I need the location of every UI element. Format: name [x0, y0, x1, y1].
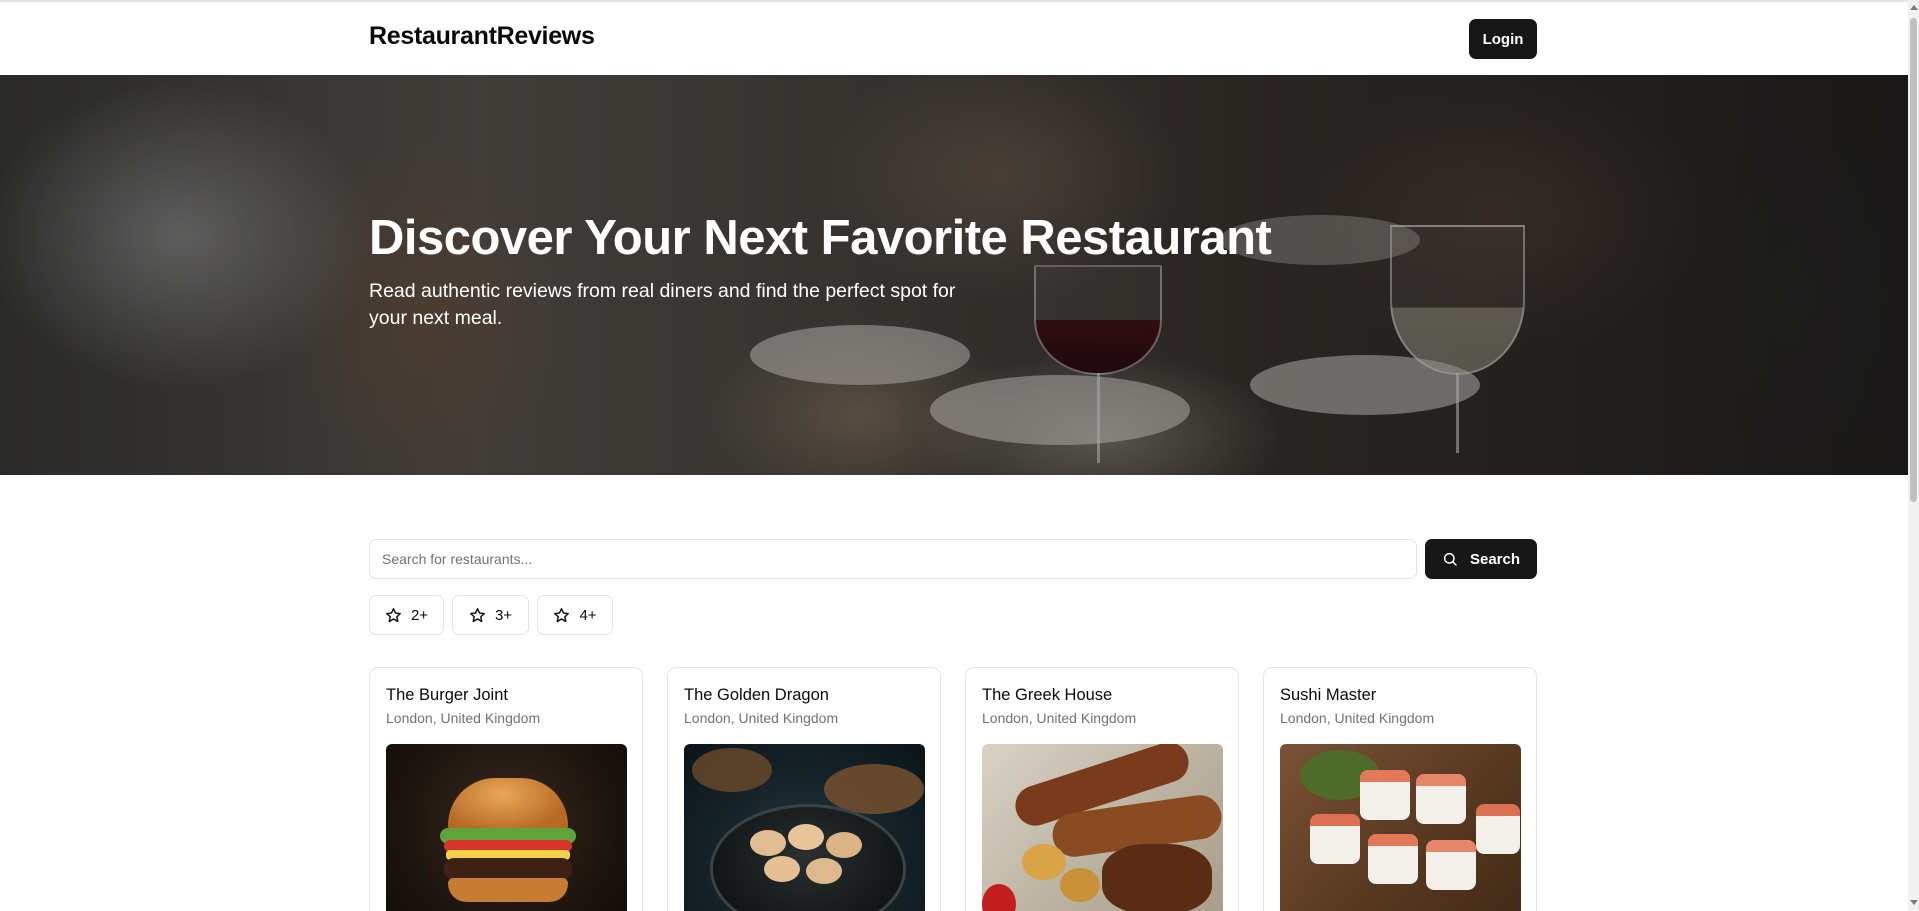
grilled-meat	[1102, 844, 1212, 911]
hero-overlay	[0, 75, 1908, 475]
rating-filter-3-plus[interactable]: 3+	[452, 595, 529, 635]
rating-filter-label: 2+	[410, 606, 429, 624]
site-header: RestaurantReviews Login	[0, 2, 1908, 75]
search-icon	[1443, 552, 1457, 566]
hero-subtitle: Read authentic reviews from real diners …	[369, 280, 956, 329]
scroll-up-icon[interactable]	[1910, 5, 1918, 10]
sushi-roll	[1416, 774, 1466, 824]
star-icon	[554, 607, 570, 622]
sushi-roll	[1310, 814, 1360, 864]
sushi-roll	[1368, 834, 1418, 884]
search-button-label: Search	[1469, 550, 1521, 568]
restaurant-location: London, United Kingdom	[982, 710, 1137, 726]
search-button[interactable]: Search	[1425, 539, 1537, 579]
scrollbar-thumb[interactable]	[1910, 18, 1917, 502]
burger-bun-bottom	[448, 878, 568, 902]
steamer-basket	[692, 748, 772, 792]
restaurant-image[interactable]	[982, 744, 1223, 911]
scroll-down-icon[interactable]	[1910, 900, 1918, 905]
burger-bun-top	[448, 778, 568, 833]
restaurant-name[interactable]: The Greek House	[982, 686, 1112, 705]
dumpling-plate	[710, 804, 906, 911]
dumpling	[764, 856, 800, 882]
restaurant-image[interactable]	[386, 744, 627, 911]
restaurant-card-sushi-master[interactable]: Sushi Master London, United Kingdom	[1263, 667, 1537, 911]
restaurant-image[interactable]	[684, 744, 925, 911]
login-button[interactable]: Login	[1469, 19, 1537, 59]
sushi-roll	[1476, 804, 1520, 854]
sauce-bowl	[982, 884, 1016, 911]
roasted-potato	[1022, 844, 1066, 880]
rating-filter-2-plus[interactable]: 2+	[369, 595, 444, 635]
restaurant-location: London, United Kingdom	[684, 710, 839, 726]
hero-title: Discover Your Next Favorite Restaurant	[369, 211, 1272, 265]
dumpling	[806, 858, 842, 884]
page: RestaurantReviews Login Discover Your Ne…	[0, 0, 1919, 911]
restaurant-name[interactable]: The Golden Dragon	[684, 686, 829, 705]
sushi-roll	[1426, 840, 1476, 890]
sushi-roll	[1360, 770, 1410, 820]
restaurant-card-golden-dragon[interactable]: The Golden Dragon London, United Kingdom	[667, 667, 941, 911]
restaurant-card-greek-house[interactable]: The Greek House London, United Kingdom	[965, 667, 1239, 911]
dumpling	[826, 832, 862, 858]
restaurant-location: London, United Kingdom	[386, 710, 541, 726]
restaurant-name[interactable]: The Burger Joint	[386, 686, 508, 705]
rating-filter-4-plus[interactable]: 4+	[537, 595, 613, 635]
rating-filter-label: 4+	[579, 606, 597, 624]
star-icon	[386, 607, 401, 622]
hero-banner: Discover Your Next Favorite Restaurant R…	[0, 75, 1908, 475]
restaurant-location: London, United Kingdom	[1280, 710, 1435, 726]
roasted-potato	[1060, 868, 1100, 902]
star-icon	[470, 607, 485, 622]
rating-filter-label: 3+	[494, 606, 513, 624]
brand-logo[interactable]: RestaurantReviews	[369, 22, 595, 51]
dumpling	[788, 824, 824, 850]
restaurant-card-burger-joint[interactable]: The Burger Joint London, United Kingdom	[369, 667, 643, 911]
dumpling	[750, 830, 786, 856]
restaurant-name[interactable]: Sushi Master	[1280, 686, 1376, 705]
page-scrollbar[interactable]	[1908, 0, 1919, 911]
patty-layer	[444, 858, 572, 880]
restaurant-image[interactable]	[1280, 744, 1521, 911]
search-input[interactable]	[369, 539, 1417, 579]
